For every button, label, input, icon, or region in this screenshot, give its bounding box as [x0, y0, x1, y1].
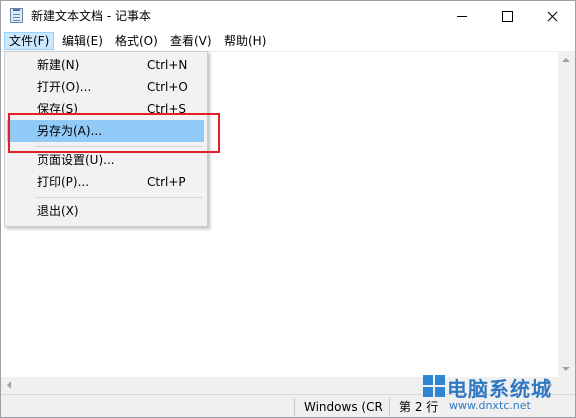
windows-logo-icon	[423, 375, 445, 397]
notepad-icon	[10, 8, 23, 23]
menu-item-shortcut: Ctrl+O	[147, 80, 188, 94]
scroll-up-arrow-icon[interactable]	[562, 58, 570, 62]
menu-item-open[interactable]: 打开(O)... Ctrl+O	[7, 76, 204, 98]
menu-item-exit[interactable]: 退出(X)	[7, 200, 204, 222]
status-separator	[294, 398, 295, 416]
title-bar[interactable]: 新建文本文档 - 记事本	[1, 1, 575, 31]
menu-item-shortcut: Ctrl+N	[147, 58, 188, 72]
status-encoding: Windows (CR	[304, 400, 383, 414]
menu-edit[interactable]: 编辑(E)	[58, 32, 107, 50]
close-button[interactable]	[530, 1, 575, 31]
window-title: 新建文本文档 - 记事本	[31, 9, 151, 23]
watermark-url: www.dnxtc.net	[449, 399, 531, 412]
menu-item-label: 打开(O)...	[37, 80, 92, 94]
menu-file[interactable]: 文件(F)	[4, 32, 55, 50]
menu-item-label: 退出(X)	[37, 204, 79, 218]
menu-item-label: 打印(P)...	[37, 175, 90, 189]
minimize-button[interactable]	[440, 1, 485, 31]
menu-item-label: 新建(N)	[37, 58, 80, 72]
site-watermark: 电脑系统城 www.dnxtc.net	[419, 369, 575, 415]
scroll-left-arrow-icon[interactable]	[7, 381, 11, 389]
menu-help[interactable]: 帮助(H)	[220, 32, 270, 50]
highlight-callout-box	[8, 113, 220, 153]
menu-item-new[interactable]: 新建(N) Ctrl+N	[7, 54, 204, 76]
watermark-name: 电脑系统城	[447, 377, 552, 401]
maximize-button[interactable]	[485, 1, 530, 31]
menu-view[interactable]: 查看(V)	[166, 32, 216, 50]
menu-bar: 文件(F) 编辑(E) 格式(O) 查看(V) 帮助(H)	[1, 31, 575, 52]
menu-separator	[35, 197, 203, 198]
menu-item-shortcut: Ctrl+P	[147, 175, 186, 189]
notepad-window: 新建文本文档 - 记事本 文件(F) 编辑(E) 格式(O) 查看(V) 帮助(…	[0, 0, 576, 418]
status-separator	[389, 398, 390, 416]
menu-item-print[interactable]: 打印(P)... Ctrl+P	[7, 171, 204, 193]
menu-format[interactable]: 格式(O)	[111, 32, 162, 50]
vertical-scrollbar[interactable]	[558, 52, 575, 377]
